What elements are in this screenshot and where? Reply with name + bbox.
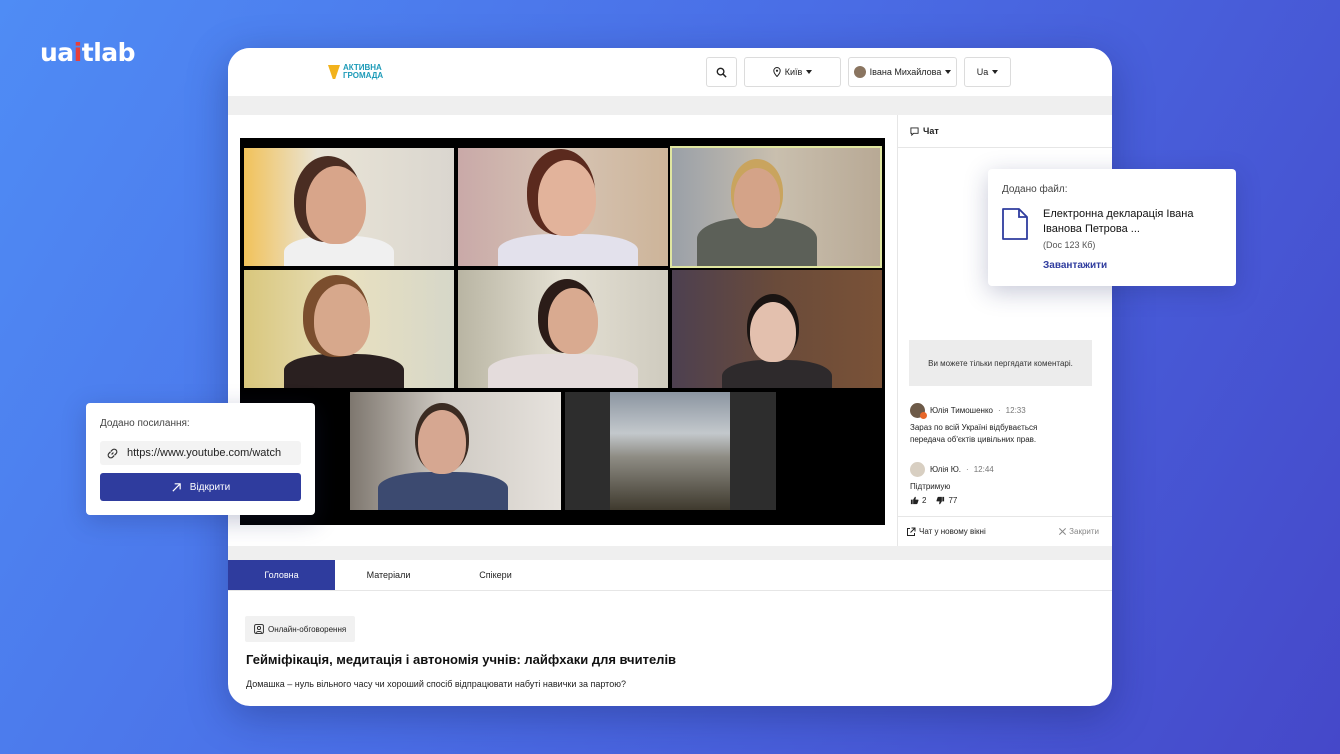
- tab-speakers[interactable]: Спікери: [442, 560, 549, 590]
- event-type-badge: Онлайн-обговорення: [245, 616, 356, 642]
- open-chat-new-window-button[interactable]: Чат у новому вікні: [906, 527, 986, 537]
- participant-video-tile[interactable]: [244, 148, 454, 266]
- search-button[interactable]: [706, 57, 737, 87]
- link-card-label: Додано посилання:: [100, 418, 190, 429]
- chevron-down-icon: [806, 70, 813, 74]
- chevron-down-icon: [945, 70, 952, 74]
- document-icon: [1002, 208, 1028, 240]
- arrow-up-right-icon: [172, 482, 181, 492]
- message-author[interactable]: Юлія Ю.: [930, 465, 961, 474]
- video-grid[interactable]: [240, 138, 885, 525]
- like-button[interactable]: 2: [910, 496, 926, 505]
- chat-icon: [910, 126, 919, 136]
- page-title: Гейміфікація, медитація і автономія учні…: [246, 652, 677, 667]
- thumbs-down-icon: [936, 496, 945, 505]
- tab-bar: Головна Матеріали Спікери: [228, 560, 1112, 591]
- message-time: 12:44: [973, 465, 994, 474]
- participant-video-tile[interactable]: [565, 392, 776, 510]
- dislike-button[interactable]: 77: [936, 496, 957, 505]
- chevron-down-icon: [992, 70, 999, 74]
- chat-title: Чат: [923, 126, 939, 136]
- language-select[interactable]: Ua: [964, 57, 1011, 87]
- chat-footer: Чат у новому вікні Закрити: [898, 516, 1112, 546]
- file-card-label: Додано файл:: [1002, 184, 1068, 195]
- file-name: Електронна декларація Івана Іванова Петр…: [1043, 208, 1194, 235]
- user-icon: [254, 624, 264, 634]
- uaitlab-logo: uaitlab: [40, 38, 136, 67]
- tab-materials[interactable]: Матеріали: [335, 560, 442, 590]
- link-url-field[interactable]: https://www.youtube.com/watch: [100, 441, 301, 465]
- participant-video-tile[interactable]: [672, 270, 882, 388]
- logo-mark-icon: [328, 65, 340, 79]
- message-text: Зараз по всій Україні відбувається: [910, 423, 1038, 432]
- avatar: [853, 66, 866, 78]
- search-icon: [716, 67, 727, 78]
- message-text: передача об'єктів цивільних прав.: [910, 435, 1037, 444]
- like-count: 2: [922, 496, 927, 505]
- app-window: АКТИВНАГРОМАДА Київ Івана Михайлова Ua: [228, 48, 1112, 706]
- participant-video-tile[interactable]: [244, 270, 454, 388]
- language-label: Ua: [976, 67, 989, 77]
- divider: [228, 546, 1112, 560]
- user-menu[interactable]: Івана Михайлова: [848, 57, 957, 87]
- dislike-count: 77: [948, 496, 958, 505]
- read-only-notice: Ви можете тільки пергядати коментарі.: [909, 340, 1092, 386]
- avatar: [910, 462, 925, 477]
- location-pin-icon: [773, 67, 781, 77]
- chat-header: Чат: [898, 115, 1112, 148]
- message-author[interactable]: Юлія Тимошенко: [930, 406, 993, 415]
- close-icon: [1059, 527, 1067, 536]
- page-subtitle: Домашка – нуль вільного часу чи хороший …: [246, 679, 626, 689]
- open-link-button[interactable]: Відкрити: [100, 473, 301, 501]
- user-name: Івана Михайлова: [869, 67, 942, 77]
- link-added-card: Додано посилання: https://www.youtube.co…: [86, 403, 315, 515]
- chat-message: Юлія Ю. · 12:44 Підтримую: [910, 462, 994, 493]
- participant-video-tile[interactable]: [350, 392, 561, 510]
- city-select[interactable]: Київ: [744, 57, 841, 87]
- file-size: (Doc 123 Кб): [1043, 240, 1096, 250]
- external-link-icon: [907, 527, 916, 536]
- close-chat-button[interactable]: Закрити: [1058, 527, 1099, 536]
- message-time: 12:33: [1005, 406, 1026, 415]
- aktyvna-hromada-logo[interactable]: АКТИВНА ГРОМАДА: [328, 63, 383, 81]
- message-votes: 2 77: [910, 496, 957, 505]
- message-text: Підтримую: [910, 482, 951, 491]
- chat-message: Юлія Тимошенко · 12:33 Зараз по всій Укр…: [910, 403, 1037, 446]
- participant-video-tile[interactable]: [458, 148, 668, 266]
- city-label: Київ: [784, 67, 803, 77]
- tab-home[interactable]: Головна: [228, 560, 335, 590]
- participant-video-tile-active[interactable]: [670, 146, 882, 268]
- link-icon: [107, 448, 118, 458]
- video-area: [228, 115, 897, 546]
- divider: [228, 96, 1112, 115]
- top-bar: АКТИВНА ГРОМАДА Київ Івана Михайлова Ua: [228, 48, 1112, 96]
- file-added-card: Додано файл: Електронна декларація Івана…: [988, 169, 1236, 286]
- download-link[interactable]: Завантажити: [1043, 260, 1107, 271]
- participant-video-tile[interactable]: [458, 270, 668, 388]
- avatar: [910, 403, 927, 419]
- thumbs-up-icon: [910, 496, 919, 505]
